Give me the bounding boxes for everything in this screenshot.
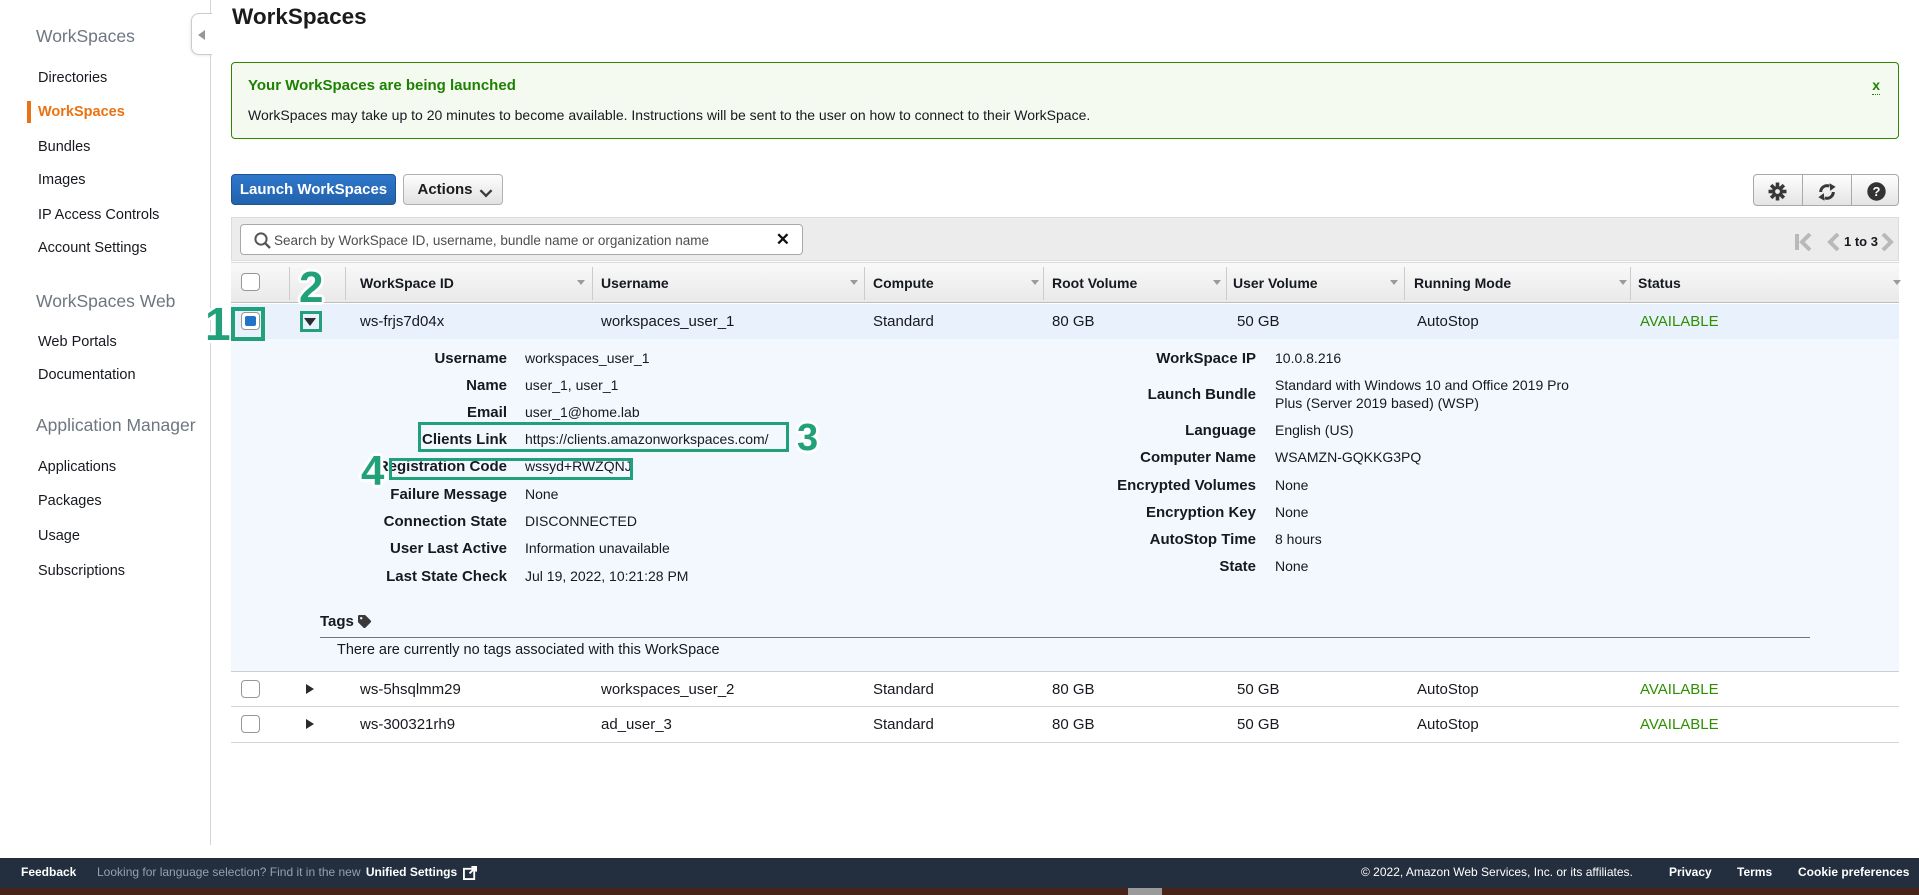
svg-text:?: ? — [1873, 184, 1881, 199]
